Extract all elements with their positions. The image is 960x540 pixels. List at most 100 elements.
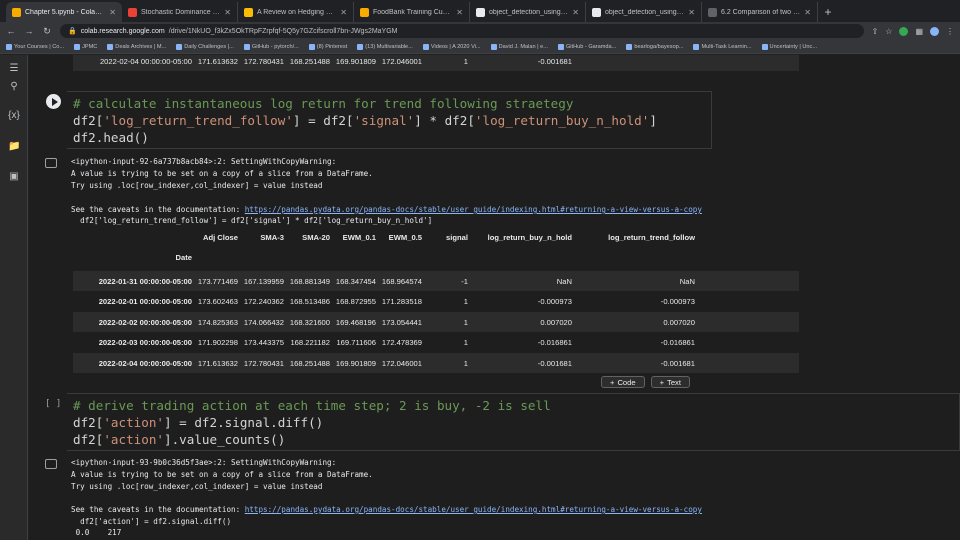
browser-tab[interactable]: FoodBank Training Customisation ✕: [354, 2, 470, 22]
table-cell: 169.468196: [335, 317, 376, 327]
bookmark-item[interactable]: GitHub - Garamda...: [557, 43, 616, 50]
bookmark-item[interactable]: Multi-Task Learnin...: [693, 43, 752, 50]
add-code-button[interactable]: + Code: [601, 376, 645, 388]
table-cell: 1: [463, 338, 468, 347]
tab-favicon-icon: [128, 7, 137, 17]
bookmark-item[interactable]: David J. Malan | e...: [490, 43, 548, 50]
browser-tab[interactable]: Stochastic Dominance & Wasserstein ✕: [122, 2, 238, 22]
warning-line: A value is trying to be set on a copy of…: [71, 470, 373, 479]
snippets-icon[interactable]: ▣: [8, 171, 20, 183]
bookmark-item[interactable]: Deals Archives | M...: [107, 43, 166, 50]
cell-run-bracket[interactable]: [ ]: [45, 399, 61, 409]
star-icon[interactable]: ☆: [885, 27, 892, 36]
column-header: log_return_buy_n_hold: [487, 232, 572, 242]
code-cell-1[interactable]: # calculate instantaneous log return for…: [67, 91, 712, 149]
table-cell: 167.139959: [243, 276, 284, 286]
table-cell: 169.901809: [335, 56, 376, 66]
bookmark-item[interactable]: Uncertainty | Unc...: [761, 43, 817, 50]
address-bar[interactable]: 🔒 colab.research.google.com/drive/1NkUO_…: [60, 24, 864, 38]
bookmark-item[interactable]: (13) Multivariable...: [357, 43, 413, 50]
table-row: 2022-02-03 00:00:00-05:00 171.902298 173.4…: [73, 333, 799, 353]
bookmark-favicon-icon: [490, 43, 497, 50]
colab-left-rail: ☰ ⚲ {x} 📁 ▣: [0, 55, 28, 540]
close-tab-icon[interactable]: ✕: [688, 8, 695, 17]
code-line-3: df2['action'].value_counts(): [73, 432, 286, 447]
table-cell: 171.613632: [197, 358, 238, 368]
close-tab-icon[interactable]: ✕: [109, 8, 116, 17]
share-icon[interactable]: ⇧: [872, 27, 879, 36]
bookmark-favicon-icon: [422, 43, 429, 50]
browser-tab[interactable]: A Review on Hedging Derivatives ✕: [238, 2, 354, 22]
tab-title: 6.2 Comparison of two distributions: [721, 8, 800, 16]
code-cell-2[interactable]: # derive trading action at each time ste…: [67, 393, 960, 451]
table-cell: 168.221182: [290, 338, 330, 347]
row-index-date: 2022-02-01 00:00:00-05:00: [98, 297, 192, 306]
tab-title: FoodBank Training Customisation: [373, 8, 452, 16]
column-header: log_return_trend_follow: [608, 232, 695, 242]
files-icon[interactable]: 📁: [8, 141, 20, 153]
close-tab-icon[interactable]: ✕: [340, 8, 347, 17]
browser-tab[interactable]: 6.2 Comparison of two distributions ✕: [702, 2, 818, 22]
extension-icon[interactable]: [899, 26, 909, 36]
menu-icon[interactable]: ⋮: [946, 27, 954, 36]
table-row: 2022-02-01 00:00:00-05:00 173.602463 172.2…: [73, 292, 799, 312]
browser-tab[interactable]: object_detection_using_tensorflow ✕: [586, 2, 702, 22]
row-index-date: 2022-02-02 00:00:00-05:00: [98, 317, 192, 327]
table-cell: 172.780431: [243, 358, 284, 368]
close-tab-icon[interactable]: ✕: [456, 8, 463, 17]
bookmark-favicon-icon: [693, 43, 700, 50]
bookmark-item[interactable]: GitHub - pytorch/...: [243, 43, 299, 50]
output-menu-icon[interactable]: [45, 459, 57, 469]
table-row: 2022-02-04 00:00:00-05:00 171.613632 172.7…: [73, 353, 799, 373]
bookmark-item[interactable]: (8) Pinterest: [308, 43, 347, 50]
add-text-button[interactable]: + Text: [650, 376, 690, 388]
table-cell: -0.001681: [537, 358, 572, 368]
row-index-date: 2022-02-04 00:00:00-05:00: [99, 56, 192, 66]
column-header: EWM_0.5: [388, 232, 422, 242]
row-index-date: 2022-02-04 00:00:00-05:00: [98, 358, 192, 368]
output-menu-icon[interactable]: [45, 158, 57, 168]
pandas-docs-link[interactable]: https://pandas.pydata.org/pandas-docs/st…: [245, 505, 702, 514]
column-header: Adj Close: [202, 232, 238, 242]
bookmark-item[interactable]: Your Courses | Co...: [6, 43, 64, 50]
table-cell: 169.711606: [336, 338, 376, 347]
menu-icon[interactable]: ☰: [8, 63, 20, 75]
table-cell: 172.046001: [381, 358, 422, 368]
reload-icon[interactable]: ↻: [42, 26, 52, 37]
table-cell: 173.443375: [243, 338, 284, 347]
close-tab-icon[interactable]: ✕: [572, 8, 579, 17]
bookmark-favicon-icon: [357, 43, 364, 50]
bookmark-favicon-icon: [176, 43, 183, 50]
warning-line: Try using .loc[row_indexer,col_indexer] …: [71, 482, 323, 491]
bookmark-favicon-icon: [74, 43, 81, 50]
close-tab-icon[interactable]: ✕: [804, 8, 811, 17]
bookmark-item[interactable]: JPMC: [74, 43, 97, 50]
profile-avatar[interactable]: [930, 26, 939, 36]
variables-icon[interactable]: {x}: [8, 110, 20, 122]
bookmark-favicon-icon: [626, 43, 633, 50]
close-tab-icon[interactable]: ✕: [224, 8, 231, 17]
forward-icon[interactable]: →: [24, 26, 34, 36]
table-cell: 1: [463, 297, 468, 306]
code-line-2: df2['log_return_trend_follow'] = df2['si…: [73, 113, 657, 128]
back-icon[interactable]: ←: [6, 26, 16, 36]
browser-tab[interactable]: object_detection_using_tensorflow ✕: [470, 2, 586, 22]
new-tab-button[interactable]: +: [818, 2, 838, 22]
tab-favicon-icon: [592, 7, 601, 17]
puzzle-icon[interactable]: ▦: [915, 27, 923, 36]
code-line-3: df2.head(): [73, 130, 149, 145]
bookmark-item[interactable]: Daily Challenges |...: [176, 43, 234, 50]
browser-tab[interactable]: Chapter 5.ipynb - Colaboratory✕: [6, 2, 122, 22]
column-header: signal: [446, 232, 468, 242]
pandas-docs-link[interactable]: https://pandas.pydata.org/pandas-docs/st…: [245, 205, 702, 214]
run-cell-button[interactable]: [46, 94, 61, 109]
bookmark-favicon-icon: [6, 43, 12, 50]
table-cell: 173.054441: [381, 317, 422, 327]
table-cell: 169.901809: [335, 358, 376, 368]
bookmark-item[interactable]: bearloga/bayesop...: [626, 43, 683, 50]
tab-favicon-icon: [708, 7, 717, 17]
bookmark-item[interactable]: Videos | A 2020 Vi...: [422, 43, 481, 50]
code-line-2: df2['action'] = df2.signal.diff(): [73, 415, 324, 430]
table-cell: 172.478369: [381, 338, 422, 347]
search-icon[interactable]: ⚲: [8, 81, 20, 93]
